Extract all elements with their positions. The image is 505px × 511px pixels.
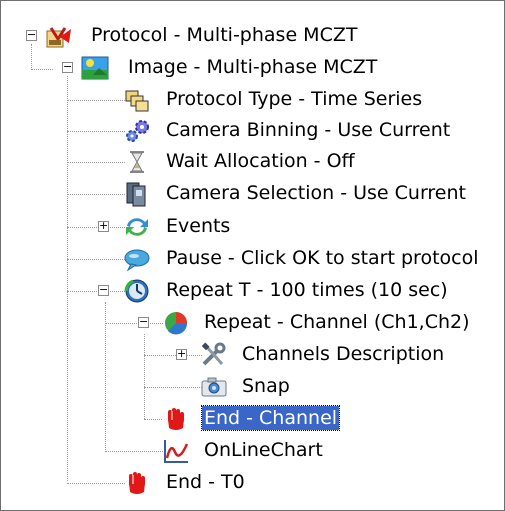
protocol-type-icon — [123, 87, 149, 113]
end-hand-icon — [123, 470, 149, 496]
tree-node-camera-binning[interactable]: Camera Binning - Use Current — [1, 116, 501, 146]
tree-node-events[interactable]: + Events — [1, 212, 501, 242]
tree-node-label: Events — [166, 215, 231, 237]
tree-node-label: Channels Description — [242, 343, 445, 365]
hourglass-icon — [123, 149, 149, 175]
end-hand-icon — [162, 406, 188, 432]
tree-node-camera-selection[interactable]: Camera Selection - Use Current — [1, 179, 501, 209]
tree-node-snap[interactable]: Snap — [1, 372, 501, 402]
protocol-tree-view[interactable]: − Protocol - Multi-phase MCZT − Image - … — [0, 0, 505, 511]
events-icon — [123, 214, 149, 240]
camera-snap-icon — [200, 374, 227, 400]
tree-node-online-chart[interactable]: OnLineChart — [1, 436, 501, 466]
tree-node-end-channel[interactable]: End - Channel — [1, 404, 501, 434]
tree-node-label: Wait Allocation - Off — [166, 150, 355, 172]
tree-node-protocol[interactable]: − Protocol - Multi-phase MCZT — [1, 21, 501, 51]
tree-node-label: Protocol Type - Time Series — [166, 88, 423, 110]
tree-node-label: Image - Multi-phase MCZT — [128, 56, 378, 78]
expand-toggle[interactable]: + — [176, 348, 187, 360]
camera-binning-icon — [123, 118, 149, 144]
tree-node-label: Protocol - Multi-phase MCZT — [91, 24, 358, 46]
tree-node-label: Repeat T - 100 times (10 sec) — [166, 279, 448, 301]
tree-node-pause[interactable]: Pause - Click OK to start protocol — [1, 244, 501, 274]
tree-node-wait-allocation[interactable]: Wait Allocation - Off — [1, 147, 501, 177]
tree-node-label: Camera Binning - Use Current — [166, 119, 451, 141]
tree-node-label: End - T0 — [166, 471, 245, 493]
pause-icon — [123, 246, 150, 272]
tree-node-label: Snap — [242, 375, 290, 397]
collapse-toggle[interactable]: − — [26, 29, 37, 41]
tree-node-label: Repeat - Channel (Ch1,Ch2) — [204, 311, 470, 333]
tree-node-end-t0[interactable]: End - T0 — [1, 468, 501, 498]
repeat-time-icon — [123, 278, 149, 304]
tree-node-image[interactable]: − Image - Multi-phase MCZT — [1, 53, 501, 83]
collapse-toggle[interactable]: − — [62, 61, 73, 73]
tree-node-repeat-channel[interactable]: − Repeat - Channel (Ch1,Ch2) — [1, 308, 501, 338]
camera-selection-icon — [123, 181, 149, 207]
tree-node-protocol-type[interactable]: Protocol Type - Time Series — [1, 85, 501, 115]
tree-node-label: OnLineChart — [204, 439, 323, 461]
chart-icon — [162, 438, 189, 464]
repeat-channel-icon — [162, 310, 188, 336]
expand-toggle[interactable]: + — [98, 220, 109, 232]
protocol-icon — [44, 23, 71, 49]
collapse-toggle[interactable]: − — [98, 284, 109, 296]
tree-node-repeat-t[interactable]: − Repeat T - 100 times (10 sec) — [1, 276, 501, 306]
image-icon — [81, 55, 109, 81]
tools-icon — [200, 342, 226, 368]
tree-node-channels-description[interactable]: + Channels Description — [1, 340, 501, 370]
tree-node-label: Pause - Click OK to start protocol — [166, 247, 479, 269]
tree-node-label: End - Channel — [200, 405, 341, 431]
collapse-toggle[interactable]: − — [138, 316, 149, 328]
tree-node-label: Camera Selection - Use Current — [166, 182, 466, 204]
